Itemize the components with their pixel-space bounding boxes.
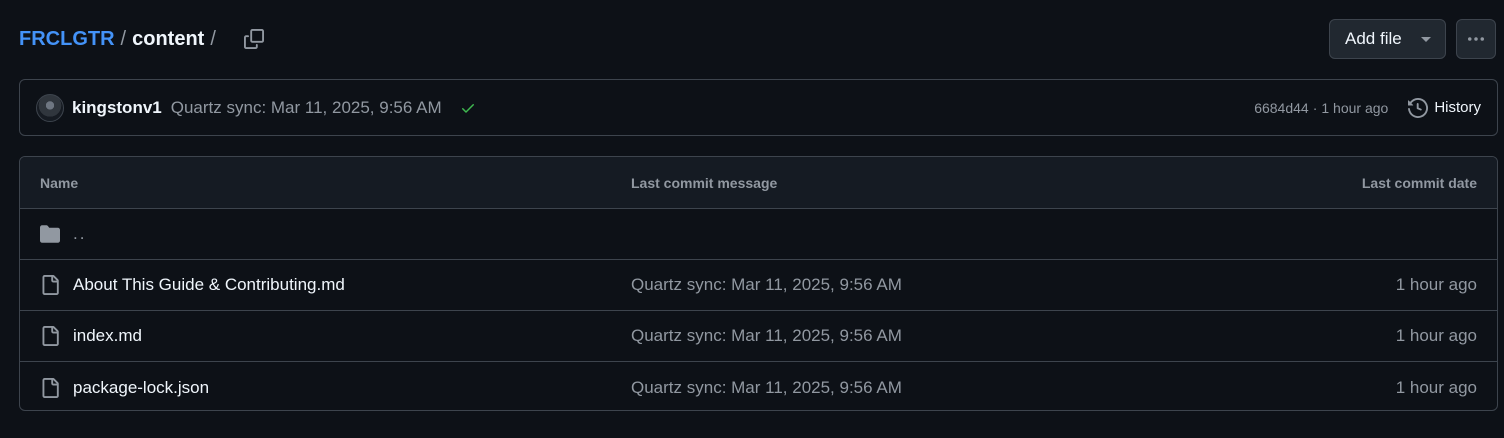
copy-path-button[interactable] xyxy=(242,27,266,51)
file-link[interactable]: package-lock.json xyxy=(73,378,209,398)
table-header: Name Last commit message Last commit dat… xyxy=(20,157,1497,209)
commit-author-link[interactable]: kingstonv1 xyxy=(72,98,162,118)
add-file-button[interactable]: Add file xyxy=(1329,19,1446,59)
commit-time: 1 hour ago xyxy=(1321,99,1389,116)
commit-date-cell: 1 hour ago xyxy=(1395,377,1477,397)
breadcrumb-repo-link[interactable]: FRCLGTR xyxy=(19,28,115,51)
add-file-label: Add file xyxy=(1345,29,1402,48)
history-button[interactable]: History xyxy=(1408,97,1481,118)
file-table: Name Last commit message Last commit dat… xyxy=(19,156,1498,411)
header-actions: Add file xyxy=(1329,19,1496,59)
header-last-commit-message: Last commit message xyxy=(631,174,778,191)
name-cell: .. xyxy=(40,224,86,244)
header-row: FRCLGTR / content / Add file xyxy=(19,18,1496,60)
file-icon xyxy=(42,377,59,398)
history-label: History xyxy=(1434,99,1481,116)
table-row: About This Guide & Contributing.md Quart… xyxy=(20,260,1497,311)
commit-meta-dot: · xyxy=(1312,99,1318,116)
breadcrumb-current-dir: content xyxy=(132,27,205,50)
header-last-commit-date: Last commit date xyxy=(1361,174,1477,191)
name-cell: index.md xyxy=(40,326,142,346)
repo-content-page: FRCLGTR / content / Add file kingstonv1 … xyxy=(0,0,1504,438)
breadcrumb-separator-trailing: / xyxy=(210,27,216,50)
breadcrumb: FRCLGTR / content / xyxy=(19,28,222,51)
latest-commit-bar: kingstonv1 Quartz sync: Mar 11, 2025, 9:… xyxy=(19,79,1498,136)
commit-message-cell[interactable]: Quartz sync: Mar 11, 2025, 9:56 AM xyxy=(631,326,902,346)
commit-sha-link[interactable]: 6684d44 xyxy=(1254,100,1309,116)
breadcrumb-separator: / xyxy=(120,27,127,50)
table-row: package-lock.json Quartz sync: Mar 11, 2… xyxy=(20,362,1497,410)
more-options-button[interactable] xyxy=(1456,19,1496,59)
parent-directory-row[interactable]: .. xyxy=(20,209,1497,260)
kebab-horizontal-icon xyxy=(1468,37,1484,41)
check-icon[interactable] xyxy=(460,100,476,116)
folder-icon xyxy=(40,225,60,243)
table-row: index.md Quartz sync: Mar 11, 2025, 9:56… xyxy=(20,311,1497,362)
triangle-down-icon xyxy=(1420,36,1431,42)
commit-message-cell[interactable]: Quartz sync: Mar 11, 2025, 9:56 AM xyxy=(631,275,902,295)
history-icon xyxy=(1408,97,1429,118)
file-icon xyxy=(42,275,59,295)
commit-date-cell: 1 hour ago xyxy=(1395,275,1477,294)
commit-date-cell: 1 hour ago xyxy=(1395,326,1477,345)
name-cell: About This Guide & Contributing.md xyxy=(40,275,345,295)
commit-meta: 6684d44 · 1 hour ago History xyxy=(1254,97,1481,118)
commit-message-link[interactable]: Quartz sync: Mar 11, 2025, 9:56 AM xyxy=(171,98,442,118)
copy-icon xyxy=(243,29,264,49)
header-name: Name xyxy=(40,174,79,191)
file-icon xyxy=(42,326,59,346)
file-link[interactable]: index.md xyxy=(73,326,142,346)
commit-message-cell[interactable]: Quartz sync: Mar 11, 2025, 9:56 AM xyxy=(631,378,902,398)
avatar[interactable] xyxy=(36,93,64,122)
file-link[interactable]: About This Guide & Contributing.md xyxy=(73,275,345,295)
name-cell: package-lock.json xyxy=(40,377,209,398)
parent-directory-link[interactable]: .. xyxy=(73,224,86,244)
